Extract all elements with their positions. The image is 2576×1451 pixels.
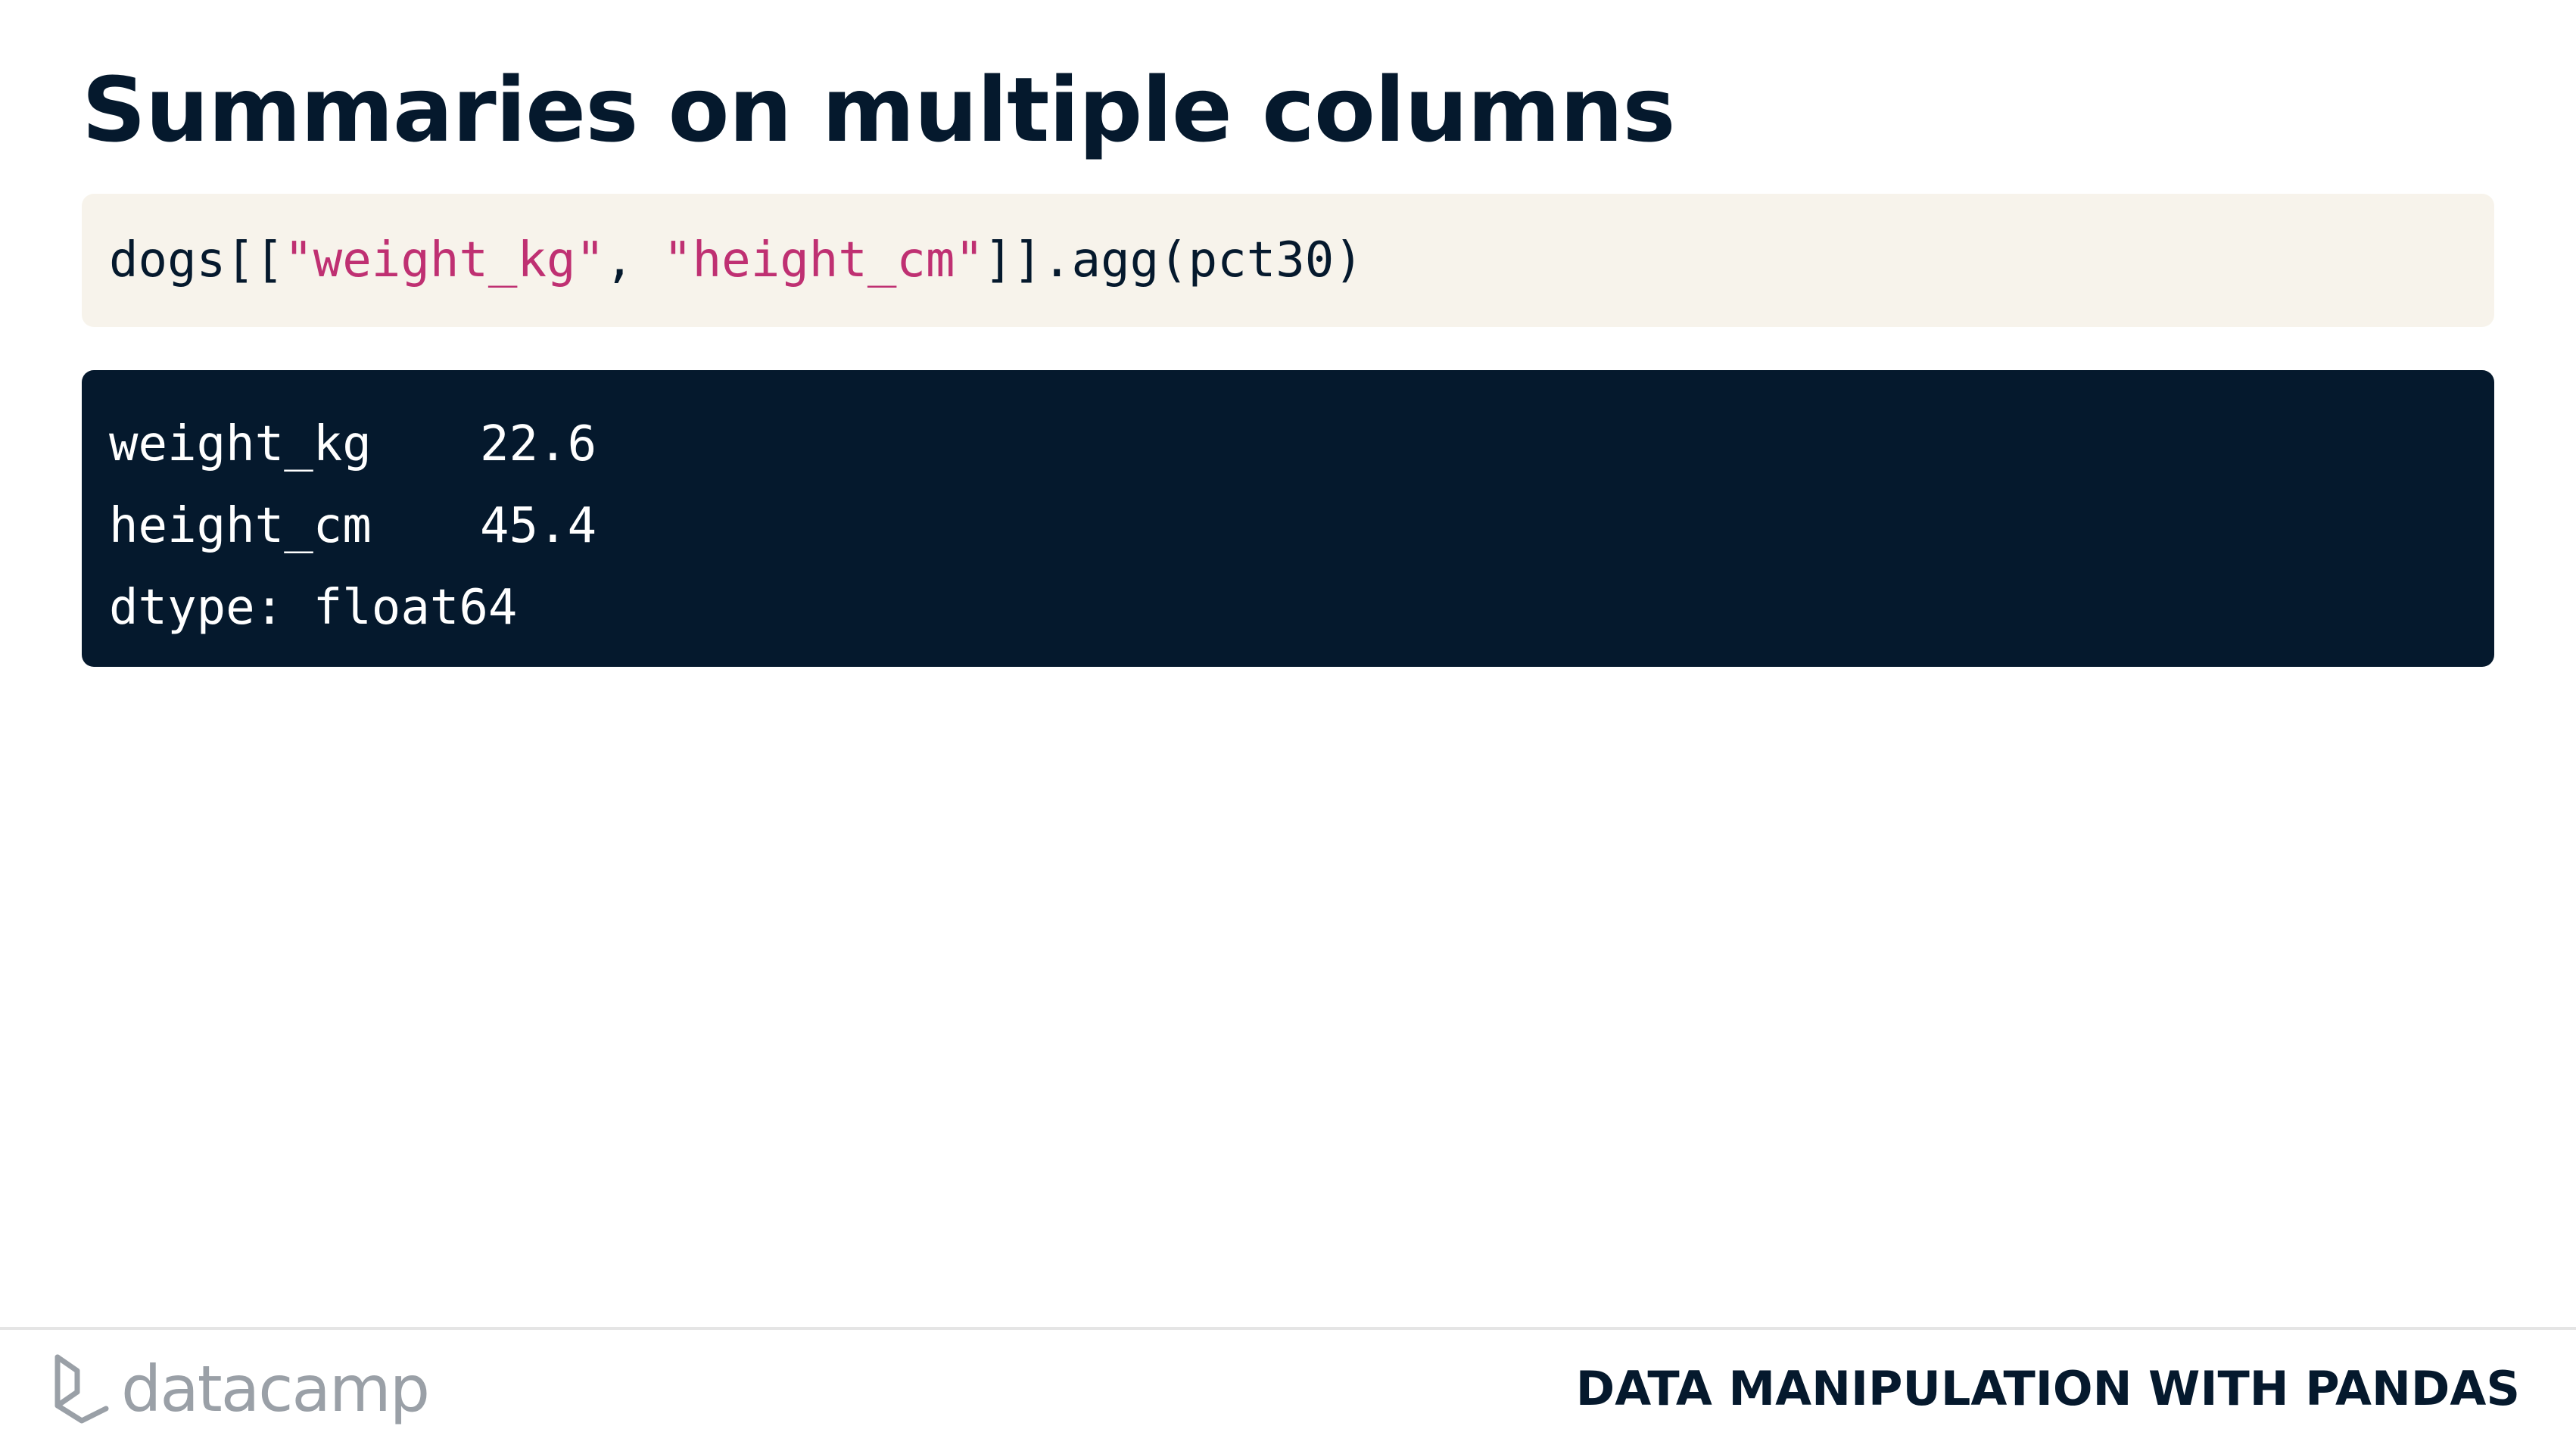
- code-separator: ,: [605, 232, 664, 288]
- output-block: weight_kg 22.6 height_cm 45.4 dtype: float…: [82, 370, 2494, 667]
- output-row: weight_kg 22.6: [109, 403, 2467, 485]
- datacamp-logo: datacamp: [51, 1347, 430, 1431]
- course-name: DATA MANIPULATION WITH PANDAS: [1575, 1361, 2520, 1416]
- output-row-value: 22.6: [480, 416, 597, 472]
- code-string-height: "height_cm": [663, 232, 984, 288]
- footer-divider: [0, 1327, 2576, 1330]
- output-row-key: height_cm: [109, 498, 372, 554]
- code-block: dogs[["weight_kg", "height_cm"]].agg(pct…: [82, 194, 2494, 327]
- slide-title: Summaries on multiple columns: [82, 58, 1676, 162]
- code-string-weight: "weight_kg": [284, 232, 606, 288]
- output-row-value: 45.4: [480, 498, 597, 554]
- datacamp-logo-icon: [55, 1354, 109, 1424]
- output-row-key: weight_kg: [109, 416, 372, 472]
- output-row: height_cm 45.4: [109, 485, 2467, 567]
- datacamp-logo-text: datacamp: [121, 1352, 430, 1426]
- code-prefix: dogs[[: [109, 232, 285, 288]
- output-dtype: dtype: float64: [109, 580, 518, 636]
- code-suffix: ]].agg(pct30): [983, 232, 1363, 288]
